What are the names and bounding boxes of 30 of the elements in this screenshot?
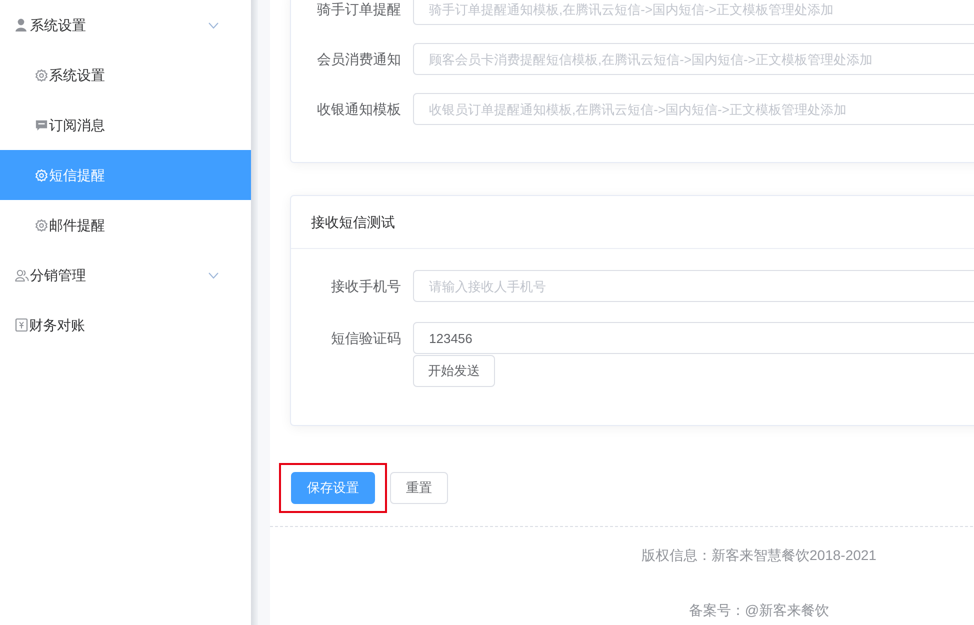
input-field[interactable]: 收银员订单提醒通知模板,在腾讯云短信->国内短信->正文模板管理处添加 — [413, 93, 974, 125]
reset-button[interactable]: 重置 — [390, 472, 448, 504]
input-field[interactable]: 请输入接收人手机号 — [413, 270, 974, 302]
input-field[interactable]: 顾客会员卡消费提醒短信模板,在腾讯云短信->国内短信->正文模板管理处添加 — [413, 43, 974, 75]
menu-item[interactable]: 邮件提醒 — [0, 200, 251, 250]
field-label: 短信验证码 — [330, 329, 402, 348]
menu-group[interactable]: 分销管理 — [0, 250, 251, 300]
field-label: 会员消费通知 — [316, 50, 402, 69]
record-number: 备案号：@新客来餐饮 — [688, 601, 830, 620]
menu-group[interactable]: 财务对账 — [0, 300, 251, 350]
user-icon — [15, 18, 29, 32]
menu-group[interactable]: 系统设置 — [0, 0, 251, 50]
input-field[interactable]: 骑手订单提醒通知模板,在腾讯云短信->国内短信->正文模板管理处添加 — [413, 0, 974, 25]
gear-icon — [35, 68, 48, 82]
card-title: 接收短信测试 — [311, 212, 395, 232]
copyright-text: 版权信息：新客来智慧餐饮2018-2021 — [642, 546, 876, 565]
input-field[interactable]: 123456 — [413, 322, 974, 354]
menu-item[interactable]: 订阅消息 — [0, 100, 251, 150]
gear-icon — [35, 218, 48, 232]
ledger-icon — [15, 318, 28, 332]
send-button[interactable]: 开始发送 — [413, 355, 495, 387]
menu-item[interactable]: 系统设置 — [0, 50, 251, 100]
chat-icon — [35, 118, 48, 132]
chevron-icon — [208, 22, 219, 28]
gear-icon — [35, 168, 48, 182]
field-label: 接收手机号 — [330, 277, 402, 296]
chevron-icon — [208, 272, 219, 278]
users-icon — [15, 268, 29, 282]
field-label: 骑手订单提醒 — [316, 0, 402, 19]
field-label: 收银通知模板 — [316, 100, 402, 119]
